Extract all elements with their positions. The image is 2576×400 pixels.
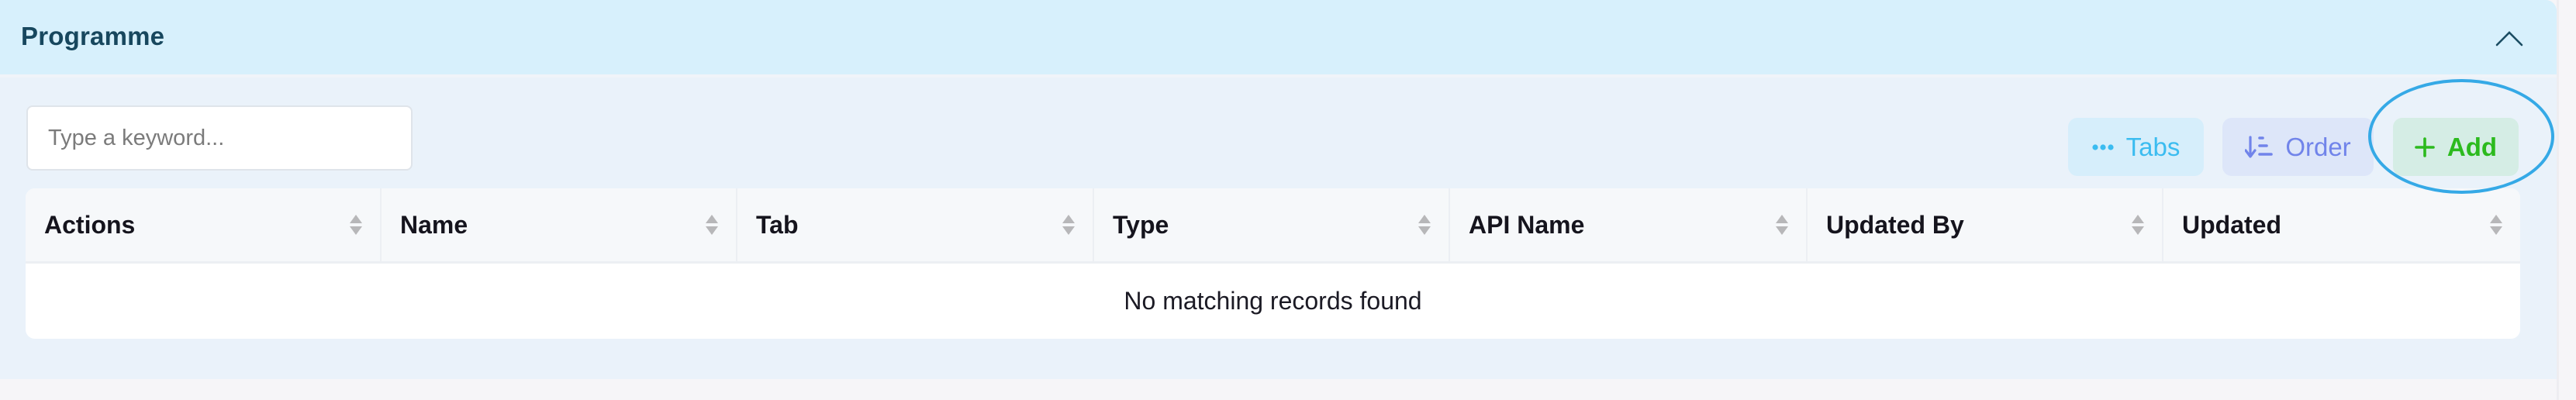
sort-icon <box>2490 215 2502 235</box>
page-edge <box>2557 0 2559 400</box>
column-header-label: Name <box>400 210 468 239</box>
sort-icon <box>350 215 362 235</box>
chevron-up-icon <box>2495 31 2523 47</box>
sort-icon <box>1062 215 1075 235</box>
ellipsis-icon <box>2092 143 2114 151</box>
column-header-name[interactable]: Name <box>382 188 737 261</box>
column-header-label: Updated By <box>1826 210 1964 239</box>
column-header-tab[interactable]: Tab <box>737 188 1094 261</box>
add-button-label: Add <box>2447 132 2498 161</box>
plus-icon <box>2415 136 2435 157</box>
empty-state-message: No matching records found <box>1124 287 1422 315</box>
panel-header[interactable]: Programme <box>0 0 2557 78</box>
add-button[interactable]: Add <box>2393 118 2519 176</box>
table-header: Actions Name Tab Type API Name Updated B… <box>26 188 2520 264</box>
order-button[interactable]: Order <box>2222 118 2374 176</box>
sort-icon <box>2132 215 2144 235</box>
column-header-updated[interactable]: Updated <box>2163 188 2520 261</box>
panel-title: Programme <box>21 22 165 50</box>
programme-panel: Programme Tabs Order <box>0 0 2557 379</box>
column-header-label: API Name <box>1469 210 1585 239</box>
collapse-button[interactable] <box>2491 23 2528 54</box>
column-header-label: Tab <box>756 210 799 239</box>
sort-ascending-icon <box>2245 135 2274 159</box>
sort-icon <box>706 215 718 235</box>
tabs-button[interactable]: Tabs <box>2068 118 2204 176</box>
order-button-label: Order <box>2285 132 2351 161</box>
column-header-api-name[interactable]: API Name <box>1450 188 1808 261</box>
records-table: Actions Name Tab Type API Name Updated B… <box>26 188 2520 339</box>
column-header-label: Type <box>1113 210 1169 239</box>
sort-icon <box>1776 215 1788 235</box>
tabs-button-label: Tabs <box>2125 132 2181 161</box>
empty-state-row: No matching records found <box>26 264 2520 339</box>
sort-icon <box>1418 215 1431 235</box>
column-header-label: Updated <box>2182 210 2281 239</box>
search-input[interactable] <box>26 105 413 171</box>
column-header-updated-by[interactable]: Updated By <box>1808 188 2163 261</box>
column-header-label: Actions <box>44 210 136 239</box>
column-header-type[interactable]: Type <box>1094 188 1450 261</box>
column-header-actions[interactable]: Actions <box>26 188 382 261</box>
